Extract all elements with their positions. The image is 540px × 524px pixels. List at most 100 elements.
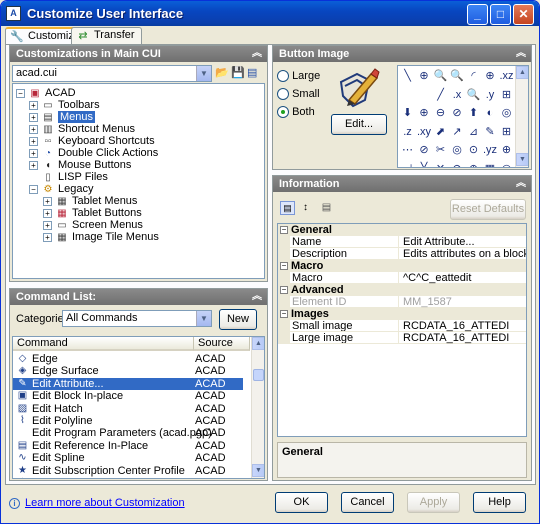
- minimize-button[interactable]: _: [467, 4, 488, 25]
- image-cell[interactable]: [416, 86, 433, 104]
- collapse-category-icon[interactable]: −: [280, 262, 288, 270]
- collapse-node-icon[interactable]: −: [29, 184, 38, 194]
- expand-node-icon[interactable]: +: [43, 196, 52, 206]
- reset-defaults-button[interactable]: Reset Defaults: [450, 199, 526, 220]
- help-button[interactable]: Help: [473, 492, 526, 513]
- scroll-down-icon[interactable]: ▼: [252, 464, 264, 477]
- alphabetical-icon[interactable]: ↕: [298, 201, 313, 215]
- categorized-icon[interactable]: ▤: [280, 201, 295, 215]
- expand-node-icon[interactable]: +: [43, 220, 52, 230]
- image-cell[interactable]: ⬇: [399, 104, 416, 122]
- property-grid[interactable]: − General Name Edit Attribute... Description…: [277, 223, 527, 437]
- tree-item-tablet-buttons[interactable]: + ▦ Tablet Buttons: [43, 207, 142, 219]
- image-cell[interactable]: ⊣: [399, 160, 416, 167]
- command-list[interactable]: Command Source ◇ Edge ACAD ◈ Edge Surface ACA…: [12, 336, 265, 479]
- properties-icon[interactable]: ▤: [247, 66, 261, 80]
- cancel-button[interactable]: Cancel: [341, 492, 394, 513]
- property-value[interactable]: MM_1587: [400, 296, 526, 308]
- image-cell[interactable]: ◎: [449, 141, 466, 159]
- tree-item-mouse-buttons[interactable]: + ◖ Mouse Buttons: [29, 159, 131, 171]
- new-command-button[interactable]: New: [219, 309, 257, 330]
- image-cell[interactable]: ◎: [498, 104, 515, 122]
- property-value[interactable]: Edits attributes on a block insert: EAT: [400, 248, 526, 260]
- maximize-button[interactable]: □: [490, 4, 511, 25]
- apply-button[interactable]: Apply: [407, 492, 460, 513]
- expand-node-icon[interactable]: +: [29, 112, 38, 122]
- tree-item-keyboard-shortcuts[interactable]: + ▫▫ Keyboard Shortcuts: [29, 135, 155, 147]
- expand-node-icon[interactable]: +: [29, 100, 38, 110]
- image-cell[interactable]: ⊕: [416, 67, 433, 85]
- scroll-down-icon[interactable]: ▼: [516, 153, 528, 166]
- close-button[interactable]: ✕: [513, 4, 534, 25]
- image-cell[interactable]: ⊞: [498, 123, 515, 141]
- expand-node-icon[interactable]: +: [29, 148, 38, 158]
- tree-item-acad[interactable]: − ▣ ACAD: [16, 87, 76, 99]
- property-value[interactable]: ^C^C_eattedit: [400, 272, 526, 284]
- image-grid-scrollbar[interactable]: ▲ ▼: [515, 66, 528, 167]
- property-row[interactable]: Element ID MM_1587: [278, 296, 526, 308]
- column-header-source[interactable]: Source: [194, 337, 250, 351]
- collapse-category-icon[interactable]: −: [280, 310, 288, 318]
- radio-both[interactable]: [277, 106, 289, 119]
- image-cell[interactable]: ⊕: [416, 104, 433, 122]
- collapse-category-icon[interactable]: −: [280, 226, 288, 234]
- image-cell[interactable]: .xz: [498, 67, 515, 85]
- tree-item-double-click-actions[interactable]: + ◔ Double Click Actions: [29, 147, 158, 159]
- command-row[interactable]: ∿ Edit Spline ACAD: [13, 452, 243, 464]
- size-both-option[interactable]: Both: [277, 106, 315, 119]
- image-cell[interactable]: 🔍: [449, 67, 466, 85]
- image-cell[interactable]: ⊘: [449, 104, 466, 122]
- edit-image-button[interactable]: Edit...: [331, 114, 387, 135]
- command-row[interactable]: ★ Edit Subscription Center Profile ACAD: [13, 465, 243, 477]
- image-cell[interactable]: ⊕: [498, 141, 515, 159]
- expand-node-icon[interactable]: +: [43, 232, 52, 242]
- image-cell[interactable]: 🔍: [465, 86, 482, 104]
- expand-node-icon[interactable]: +: [29, 136, 38, 146]
- image-cell[interactable]: 🔍: [432, 67, 449, 85]
- image-cell[interactable]: .y: [482, 86, 499, 104]
- radio-large[interactable]: [277, 70, 289, 83]
- property-category[interactable]: − Advanced: [278, 284, 526, 296]
- property-pages-icon[interactable]: ▤: [319, 201, 334, 215]
- property-value[interactable]: Edit Attribute...: [400, 236, 526, 248]
- tree-item-menus[interactable]: + ▤ Menus: [29, 111, 96, 123]
- image-cell[interactable]: ⊕: [482, 67, 499, 85]
- collapse-icon[interactable]: ︽: [251, 48, 263, 60]
- learn-more-link[interactable]: Learn more about Customization: [25, 497, 185, 509]
- collapse-icon[interactable]: ︽: [251, 291, 263, 303]
- size-large-option[interactable]: Large: [277, 70, 320, 83]
- property-category[interactable]: − Macro: [278, 260, 526, 272]
- image-cell[interactable]: ⊘: [449, 160, 466, 167]
- collapse-icon[interactable]: ︽: [515, 178, 527, 190]
- image-cell[interactable]: .yz: [482, 141, 499, 159]
- ok-button[interactable]: OK: [275, 492, 328, 513]
- image-cell[interactable]: ✂: [432, 141, 449, 159]
- title-bar[interactable]: A Customize User Interface _ □ ✕: [1, 1, 539, 26]
- property-row[interactable]: Large image RCDATA_16_ATTEDI: [278, 332, 526, 344]
- collapse-category-icon[interactable]: −: [280, 286, 288, 294]
- command-row[interactable]: ⌇ Edit Polyline ACAD: [13, 415, 243, 427]
- image-cell[interactable]: ⊘: [416, 141, 433, 159]
- command-row[interactable]: ▣ Edit Block In-place ACAD: [13, 390, 243, 402]
- scroll-up-icon[interactable]: ▲: [252, 337, 264, 350]
- collapse-node-icon[interactable]: −: [16, 88, 25, 98]
- tree-item-shortcut-menus[interactable]: + ▥ Shortcut Menus: [29, 123, 135, 135]
- property-value[interactable]: RCDATA_16_ATTEDI: [400, 332, 526, 344]
- image-cell[interactable]: ◎: [498, 160, 515, 167]
- image-cell[interactable]: ╱: [432, 86, 449, 104]
- chevron-down-icon[interactable]: ▼: [196, 66, 211, 81]
- tab-transfer[interactable]: ⇄ Transfer: [71, 27, 142, 44]
- image-cell[interactable]: [399, 86, 416, 104]
- expand-node-icon[interactable]: +: [29, 124, 38, 134]
- image-cell[interactable]: ⊞: [498, 86, 515, 104]
- tree-item-screen-menus[interactable]: + ▭ Screen Menus: [43, 219, 143, 231]
- command-row[interactable]: ◇ Edge ACAD: [13, 353, 243, 365]
- image-cell[interactable]: ⬆: [465, 104, 482, 122]
- open-file-icon[interactable]: 📂: [215, 66, 229, 80]
- image-cell[interactable]: ╲: [399, 67, 416, 85]
- property-row[interactable]: Macro ^C^C_eattedit: [278, 272, 526, 284]
- column-header-command[interactable]: Command: [13, 337, 194, 351]
- image-cell[interactable]: ⊖: [432, 104, 449, 122]
- property-row[interactable]: Small image RCDATA_16_ATTEDI: [278, 320, 526, 332]
- tree-item-toolbars[interactable]: + ▭ Toolbars: [29, 99, 100, 111]
